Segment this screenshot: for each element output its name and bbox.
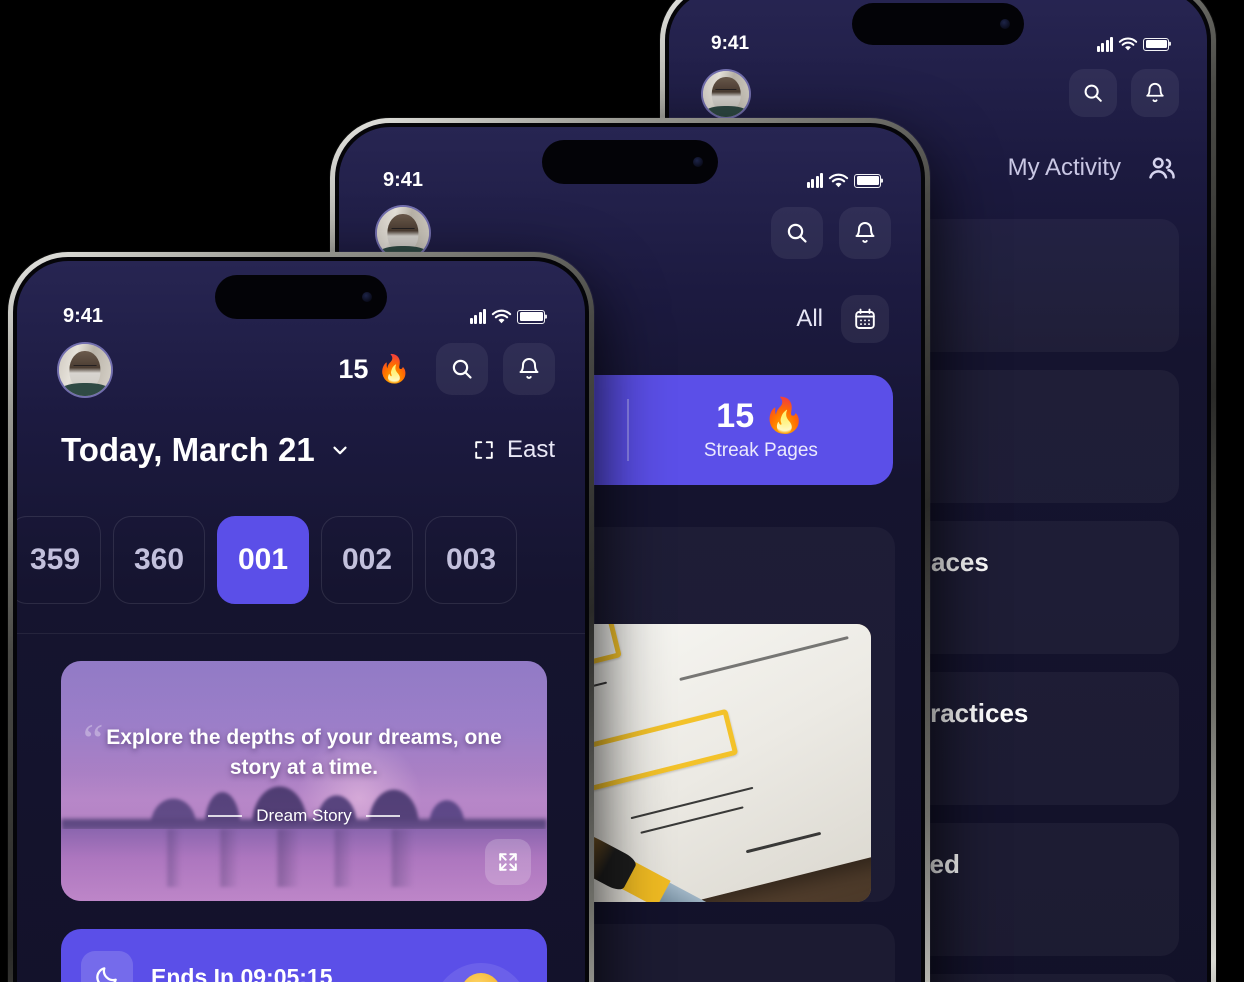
sun-icon <box>461 973 501 982</box>
session-timer-card[interactable]: Ends In 09:05:15 <box>61 929 547 982</box>
front-camera-icon <box>1000 19 1010 29</box>
date-selector[interactable]: Today, March 21 <box>61 431 351 469</box>
search-button[interactable] <box>436 343 488 395</box>
filter-all-label[interactable]: All <box>796 305 823 333</box>
activity-title: My Activity <box>1007 154 1121 181</box>
quote-attribution: Dream Story <box>61 806 547 826</box>
wifi-icon <box>491 309 512 323</box>
bell-icon <box>855 222 875 243</box>
day-pill-selected[interactable]: 001 <box>217 516 309 604</box>
chevron-down-icon <box>333 446 347 455</box>
search-icon <box>787 223 807 243</box>
region-label: East <box>506 436 555 463</box>
calendar-icon <box>855 308 875 329</box>
fire-emoji-icon: 🔥 <box>763 397 806 436</box>
phone-front-header: 15 🔥 <box>59 343 555 396</box>
quote-card[interactable]: “ Explore the depths of your dreams, one… <box>61 661 547 901</box>
status-indicators <box>469 309 545 325</box>
timer-label: Ends In 09:05:15 <box>151 963 333 982</box>
rule-right <box>365 815 400 817</box>
status-indicators <box>806 173 881 189</box>
page-title: Today, March 21 <box>61 431 315 468</box>
search-button[interactable] <box>1069 69 1117 117</box>
stat-number: 15 <box>716 397 755 436</box>
status-bar: 9:41 <box>383 169 881 192</box>
cellular-signal-icon <box>469 309 486 324</box>
status-time: 9:41 <box>711 33 750 54</box>
notifications-button[interactable] <box>1131 69 1179 117</box>
bell-icon <box>519 358 539 379</box>
phone-front: 9:41 15 🔥 Today, March 21 East 359 360 0… <box>8 252 594 982</box>
stat-streak-pages: 15 🔥 Streak Pages <box>629 397 893 461</box>
streak-count: 15 <box>338 353 369 384</box>
wifi-icon <box>1118 37 1138 50</box>
status-time: 9:41 <box>63 305 104 327</box>
front-camera-icon <box>362 292 372 302</box>
phone-front-screen: 9:41 15 🔥 Today, March 21 East 359 360 0… <box>17 261 585 982</box>
calendar-button[interactable] <box>841 295 889 343</box>
status-indicators <box>1096 36 1169 52</box>
moon-icon <box>96 967 117 982</box>
status-bar: 9:41 <box>63 305 545 328</box>
search-icon <box>1084 84 1102 102</box>
stat-value: 15 🔥 <box>629 397 893 436</box>
avatar[interactable] <box>59 344 111 396</box>
expand-icon <box>499 853 517 871</box>
people-icon[interactable] <box>1147 153 1177 183</box>
region-selector[interactable]: East <box>473 436 555 464</box>
front-camera-icon <box>693 157 703 167</box>
quote-text: Explore the depths of your dreams, one s… <box>106 726 502 779</box>
battery-icon <box>854 173 881 188</box>
status-time: 9:41 <box>383 169 424 191</box>
day-pill[interactable]: 359 <box>17 516 101 604</box>
bell-icon <box>1146 83 1164 103</box>
date-header: Today, March 21 East <box>61 431 555 469</box>
expand-icon <box>475 441 493 459</box>
day-pill[interactable]: 003 <box>425 516 517 604</box>
status-bar: 9:41 <box>711 33 1169 55</box>
search-icon <box>452 359 472 379</box>
rule-left <box>208 815 243 817</box>
sun-decoration <box>433 963 529 982</box>
cellular-signal-icon <box>806 173 823 188</box>
day-pill[interactable]: 360 <box>113 516 205 604</box>
cellular-signal-icon <box>1096 36 1113 52</box>
phone-back-header <box>703 69 1179 117</box>
notifications-button[interactable] <box>839 207 891 259</box>
mockup-stage: 9:41 My Activity Spaces Practices 9:41 A… <box>0 0 1244 982</box>
phone-front-bezel: 9:41 15 🔥 Today, March 21 East 359 360 0… <box>13 257 589 982</box>
notifications-button[interactable] <box>503 343 555 395</box>
stat-label: Streak Pages <box>703 439 818 461</box>
avatar[interactable] <box>703 71 749 117</box>
search-button[interactable] <box>771 207 823 259</box>
quote-source: Dream Story <box>256 806 352 825</box>
day-picker: 359 360 001 002 003 <box>17 516 575 604</box>
battery-icon <box>517 309 545 324</box>
expand-quote-button[interactable] <box>485 839 531 885</box>
fire-emoji-icon: 🔥 <box>377 354 411 384</box>
divider <box>17 633 585 634</box>
day-pill[interactable]: 002 <box>321 516 413 604</box>
streak-counter: 15 🔥 <box>338 353 411 385</box>
moon-icon-wrap <box>81 951 133 982</box>
battery-icon <box>1143 37 1169 51</box>
wifi-icon <box>828 173 849 187</box>
